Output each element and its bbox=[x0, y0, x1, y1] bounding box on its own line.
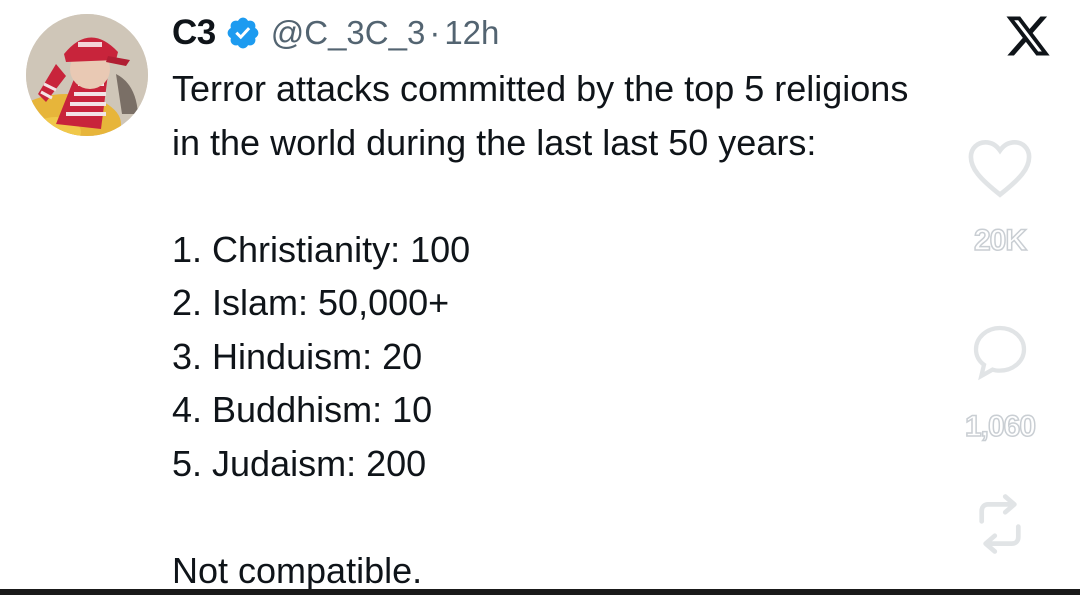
tweet-body: Terror attacks committed by the top 5 re… bbox=[172, 62, 1052, 597]
separator-dot: · bbox=[429, 14, 440, 52]
comment-bubble-icon bbox=[968, 320, 1032, 384]
like-button[interactable] bbox=[950, 135, 1050, 199]
list-item: 3. Hinduism: 20 bbox=[172, 330, 1052, 384]
bottom-bar bbox=[0, 589, 1080, 595]
repost-icon bbox=[968, 490, 1032, 558]
tweet-line: in the world during the last last 50 yea… bbox=[172, 116, 1052, 170]
avatar-image bbox=[26, 14, 148, 136]
list-item: 2. Islam: 50,000+ bbox=[172, 276, 1052, 330]
comment-count: 1,060 bbox=[935, 410, 1065, 444]
like-count: 20K bbox=[935, 224, 1065, 258]
list-item: 4. Buddhism: 10 bbox=[172, 383, 1052, 437]
list-item: 1. Christianity: 100 bbox=[172, 223, 1052, 277]
tweet-line: Terror attacks committed by the top 5 re… bbox=[172, 62, 1052, 116]
verified-badge-icon bbox=[225, 15, 261, 51]
heart-icon bbox=[964, 135, 1036, 199]
avatar[interactable] bbox=[26, 14, 148, 136]
repost-button[interactable] bbox=[950, 490, 1050, 558]
tweet-header: C3 @C_3C_3 · 12h bbox=[172, 10, 499, 56]
author-name[interactable]: C3 bbox=[172, 13, 216, 53]
comment-button[interactable] bbox=[950, 320, 1050, 384]
author-handle[interactable]: @C_3C_3 bbox=[271, 14, 426, 52]
list-item: 5. Judaism: 200 bbox=[172, 437, 1052, 491]
x-logo-icon bbox=[1004, 12, 1052, 60]
post-time[interactable]: 12h bbox=[444, 14, 499, 52]
